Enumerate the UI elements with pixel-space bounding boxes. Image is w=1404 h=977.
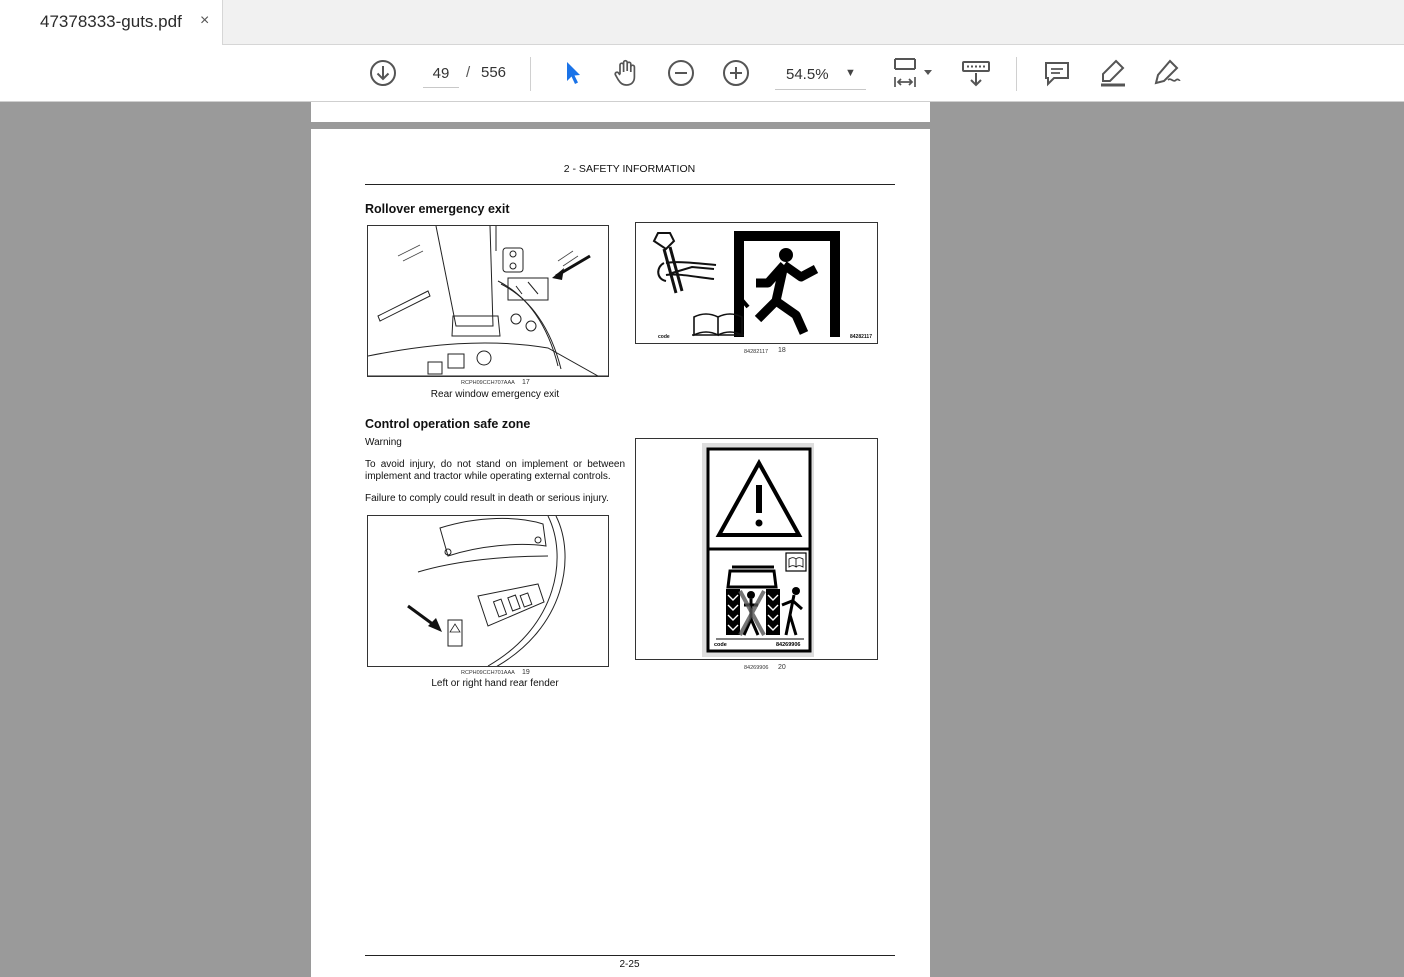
decal-code-label: code xyxy=(714,642,727,648)
fit-page-icon[interactable] xyxy=(890,57,936,89)
draw-icon[interactable] xyxy=(1151,57,1183,89)
toolbar-divider xyxy=(530,57,531,91)
zoom-value: 54.5% xyxy=(786,66,829,83)
page-footer-number: 2-25 xyxy=(619,959,640,970)
figure-emergency-exit-decal: code 84282117 xyxy=(635,222,878,344)
page-total: 556 xyxy=(481,64,507,81)
figure-rear-fender xyxy=(367,515,609,667)
scroll-mode-icon[interactable] xyxy=(960,57,992,89)
page-separator: / xyxy=(466,64,471,81)
figure-caption: Rear window emergency exit xyxy=(430,389,560,400)
warning-consequence: Failure to comply could result in death … xyxy=(365,493,609,504)
tab-title[interactable]: 47378333-guts.pdf xyxy=(40,12,182,32)
figure-code: RCPH09CCH701AAA xyxy=(461,670,515,676)
figure-code: 84269906 xyxy=(744,665,769,671)
decal-code-label: code xyxy=(658,334,670,340)
decal-number-label: 84282117 xyxy=(850,334,872,340)
footer-rule xyxy=(365,955,895,956)
section-title-rollover: Rollover emergency exit xyxy=(365,202,510,216)
zoom-select[interactable]: 54.5% ▼ xyxy=(775,60,866,90)
previous-page-edge xyxy=(311,102,930,122)
comment-icon[interactable] xyxy=(1041,57,1073,89)
figure-number: 17 xyxy=(522,379,530,386)
close-tab-icon[interactable]: × xyxy=(200,12,209,30)
toolbar-divider xyxy=(1016,57,1017,91)
tab-bar: 47378333-guts.pdf × xyxy=(0,0,1404,45)
section-title-safe-zone: Control operation safe zone xyxy=(365,417,531,431)
header-rule xyxy=(365,184,895,185)
select-cursor-icon[interactable] xyxy=(556,57,588,89)
zoom-out-icon[interactable] xyxy=(665,57,697,89)
hand-icon[interactable] xyxy=(610,57,642,89)
figure-number: 19 xyxy=(522,669,530,676)
pdf-toolbar: 49 / 556 54.5% ▼ xyxy=(0,45,1404,102)
warning-paragraph: To avoid injury, do not stand on impleme… xyxy=(365,459,625,482)
download-icon[interactable] xyxy=(367,57,399,89)
highlight-icon[interactable] xyxy=(1096,57,1128,89)
figure-caption: Left or right hand rear fender xyxy=(431,678,559,689)
figure-code: 84282117 xyxy=(744,349,769,355)
figure-code: RCPH09CCH707AAA xyxy=(461,380,515,386)
figure-number: 18 xyxy=(778,347,786,354)
zoom-in-icon[interactable] xyxy=(720,57,752,89)
chevron-down-icon: ▼ xyxy=(845,67,856,79)
figure-number: 20 xyxy=(778,664,786,671)
figure-rear-window xyxy=(367,225,609,377)
page-number-input[interactable]: 49 xyxy=(423,60,459,88)
figure-safe-zone-decal: code 84269906 xyxy=(635,438,878,660)
pdf-page: 2 - SAFETY INFORMATION Rollover emergenc… xyxy=(311,129,930,977)
document-tab[interactable]: 47378333-guts.pdf × xyxy=(0,0,223,45)
page-header: 2 - SAFETY INFORMATION xyxy=(563,163,696,175)
decal-number-label: 84269906 xyxy=(776,642,800,648)
warning-label: Warning xyxy=(365,437,402,448)
